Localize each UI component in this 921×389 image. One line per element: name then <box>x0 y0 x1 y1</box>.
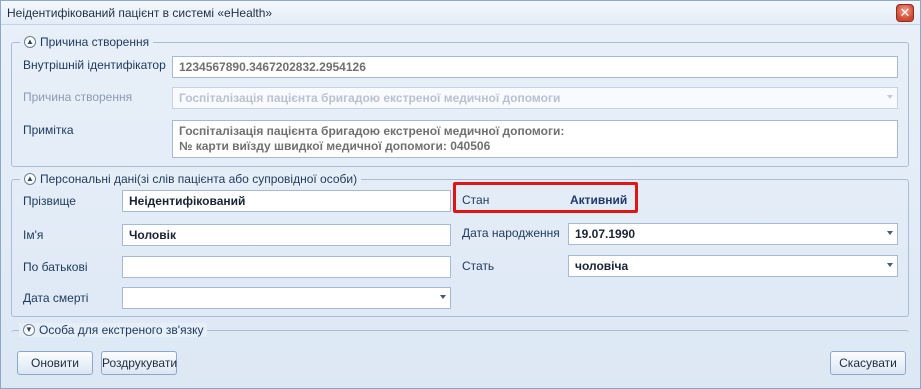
title-bar: Неідентифікований пацієнт в системі «eHe… <box>1 1 920 25</box>
status-value: Активний <box>570 193 628 207</box>
close-icon[interactable]: ✕ <box>896 4 914 22</box>
window-title: Неідентифікований пацієнт в системі «eHe… <box>7 6 273 20</box>
birth-date-label: Дата народження <box>462 226 560 240</box>
birth-date-value: 19.07.1990 <box>575 227 636 241</box>
reason-dropdown-value: Госпіталізація пацієнта бригадою екстрен… <box>179 91 561 105</box>
note-line-2: № карти виїзду швидкої медичної допомоги… <box>179 139 491 153</box>
death-date-dropdown[interactable] <box>122 287 451 309</box>
collapse-up-icon[interactable]: ▲ <box>24 173 36 185</box>
dialog-window: Неідентифікований пацієнт в системі «eHe… <box>0 0 921 389</box>
internal-id-field[interactable]: 1234567890.3467202832.2954126 <box>172 56 898 78</box>
cancel-button[interactable]: Скасувати <box>830 351 906 375</box>
reason-group-title: Причина створення <box>40 35 150 49</box>
birth-date-dropdown[interactable]: 19.07.1990 <box>568 223 898 245</box>
status-label: Стан <box>462 193 490 207</box>
death-date-label: Дата смерті <box>23 291 89 305</box>
name-field[interactable]: Чоловік <box>122 224 451 246</box>
emergency-group-title: Особа для екстреного зв'язку <box>39 323 204 337</box>
chevron-down-icon[interactable] <box>887 231 893 235</box>
patronymic-label: По батькові <box>23 260 88 274</box>
chevron-down-icon[interactable] <box>887 263 893 267</box>
sex-label: Стать <box>462 259 495 273</box>
note-line-1: Госпіталізація пацієнта бригадою екстрен… <box>179 124 565 138</box>
print-button[interactable]: Роздрукувати <box>101 351 177 375</box>
expand-down-icon[interactable]: ▼ <box>23 324 35 336</box>
chevron-down-icon[interactable] <box>440 295 446 299</box>
personal-group-header[interactable]: ▲ Персональні дані(зі слів пацієнта або … <box>20 172 362 186</box>
reason-label: Причина створення <box>23 90 133 104</box>
refresh-button[interactable]: Оновити <box>17 351 93 375</box>
patronymic-field[interactable] <box>122 256 451 278</box>
emergency-group-header[interactable]: ▼ Особа для екстреного зв'язку <box>19 323 208 337</box>
personal-group-title: Персональні дані(зі слів пацієнта або су… <box>40 172 358 186</box>
emergency-group: ▼ Особа для екстреного зв'язку <box>11 323 909 340</box>
name-label: Ім'я <box>23 228 44 242</box>
reason-dropdown[interactable]: Госпіталізація пацієнта бригадою екстрен… <box>172 87 898 109</box>
internal-id-label: Внутрішній ідентифікатор <box>23 58 166 72</box>
sex-value: чоловіча <box>575 259 629 273</box>
chevron-down-icon[interactable] <box>887 95 893 99</box>
surname-field[interactable]: Неідентифікований <box>122 190 451 212</box>
sex-dropdown[interactable]: чоловіча <box>568 255 898 277</box>
note-label: Примітка <box>23 123 74 137</box>
reason-group-header[interactable]: ▲ Причина створення <box>20 35 154 49</box>
note-field[interactable]: Госпіталізація пацієнта бригадою екстрен… <box>172 120 898 158</box>
collapse-up-icon[interactable]: ▲ <box>24 36 36 48</box>
surname-label: Прізвище <box>23 194 76 208</box>
